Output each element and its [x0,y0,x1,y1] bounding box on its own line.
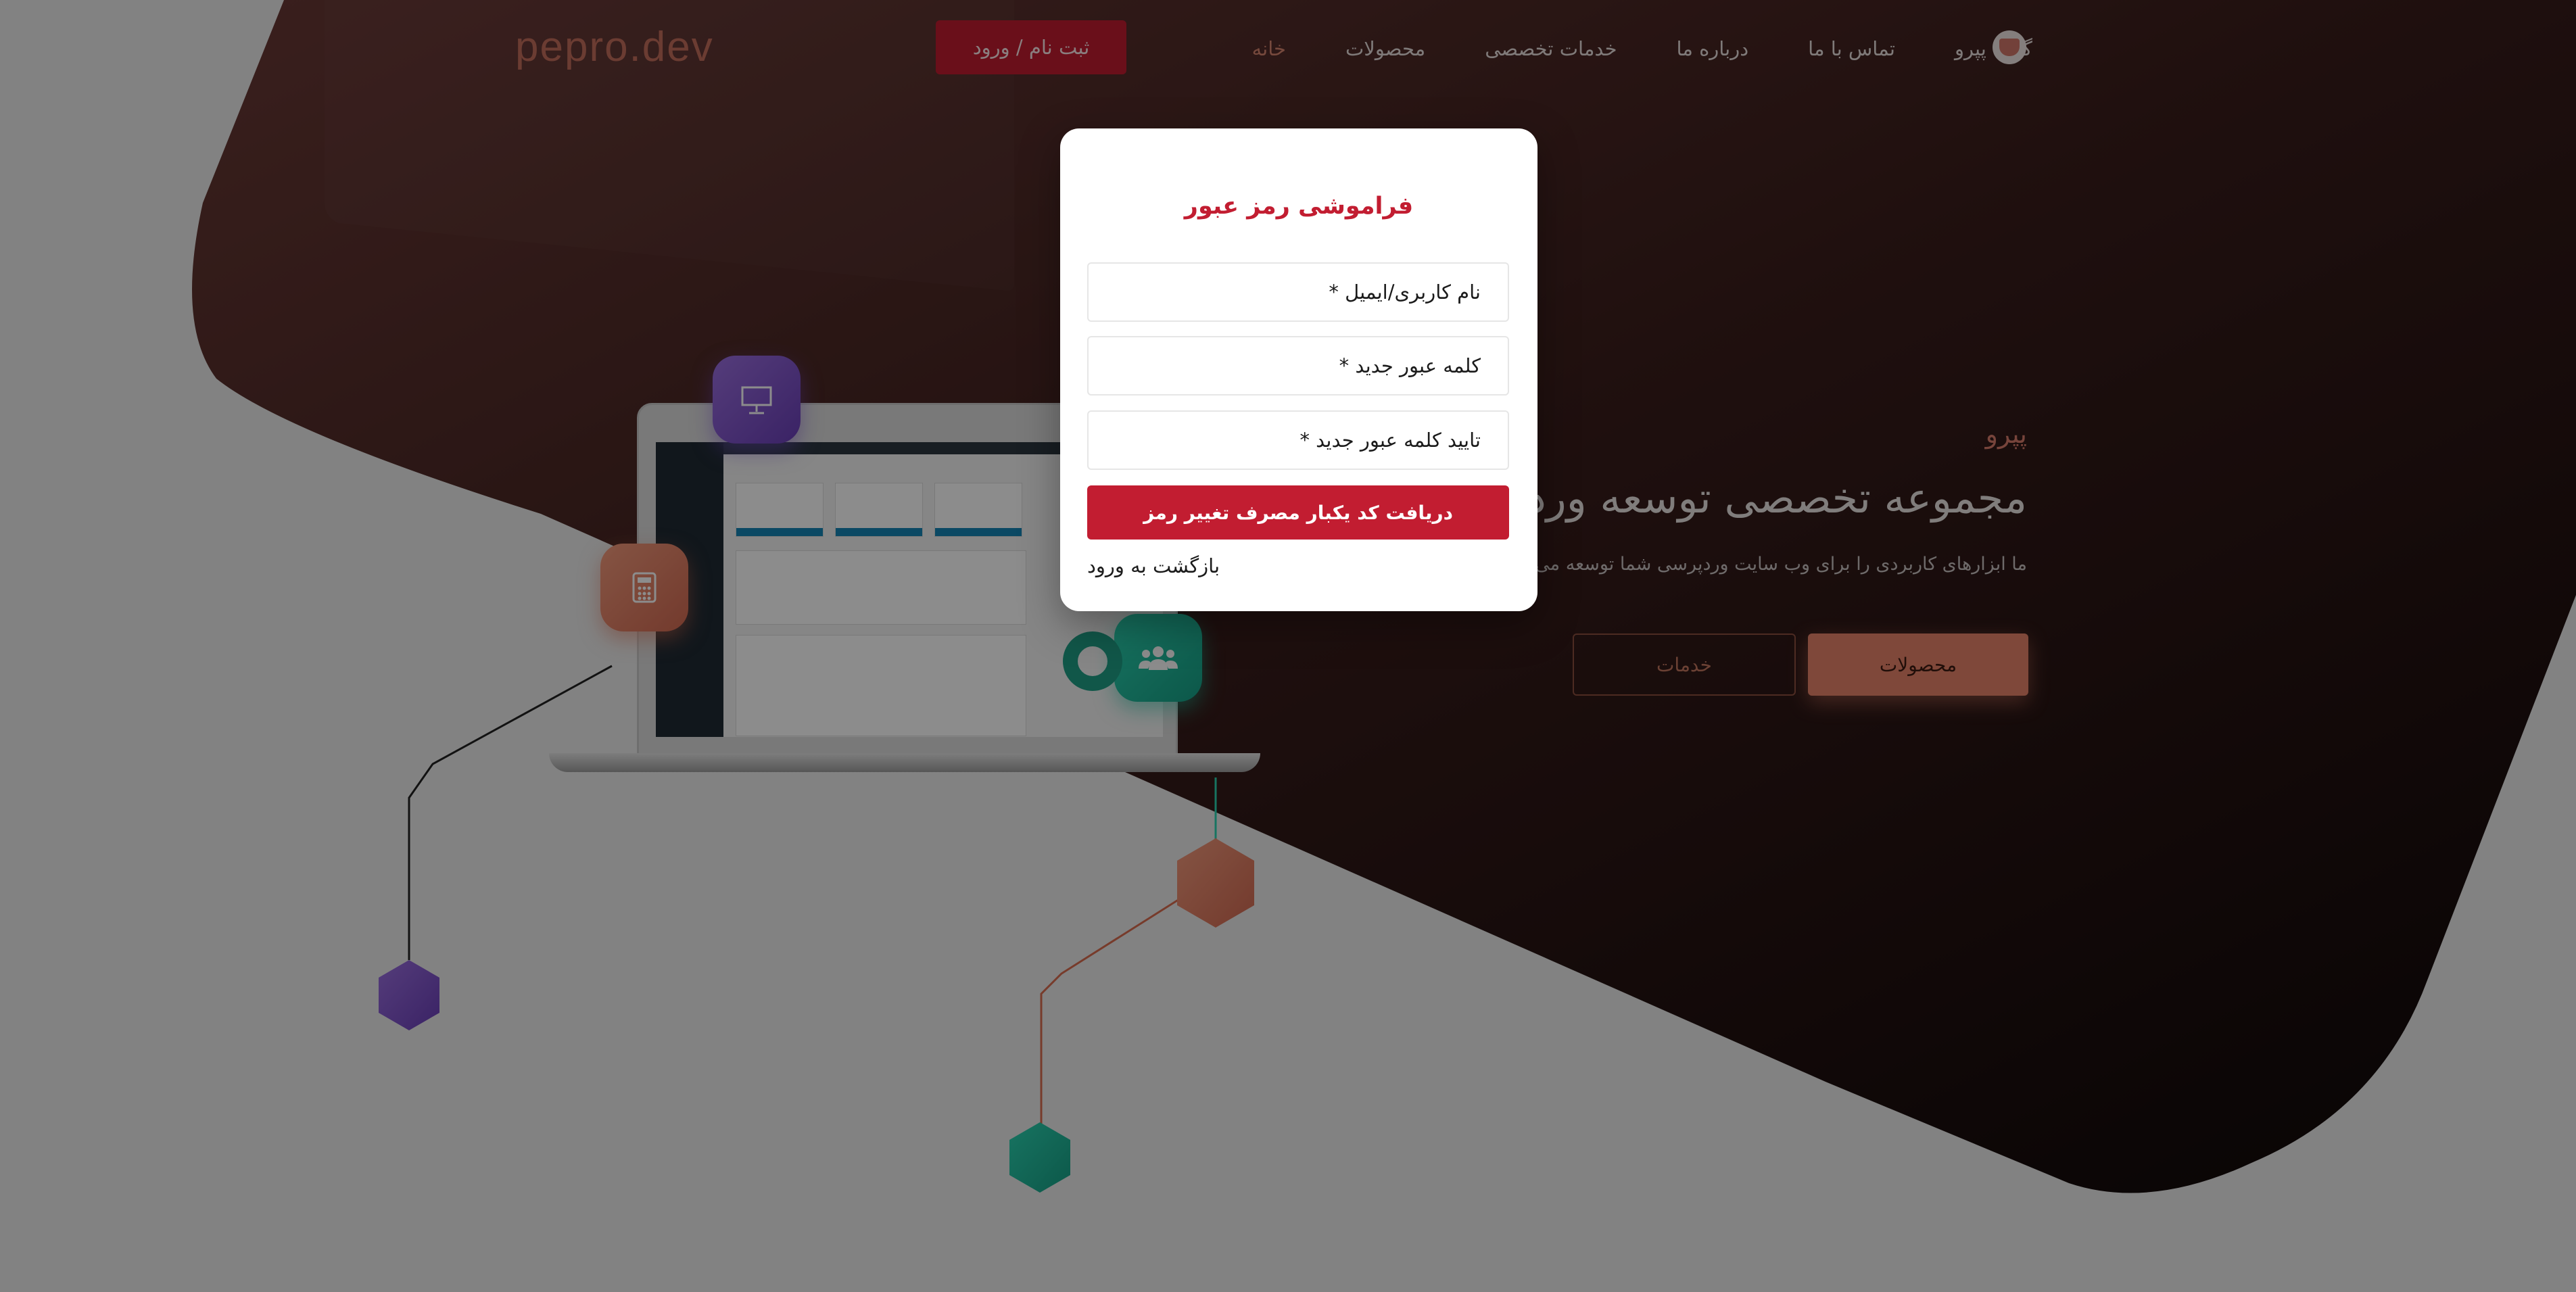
forgot-password-modal: فراموشی رمز عبور دریافت کد یکبار مصرف تغ… [1060,128,1537,611]
back-to-login-link[interactable]: بازگشت به ورود [1087,554,1220,577]
username-email-input[interactable] [1089,264,1508,320]
username-email-field[interactable] [1087,262,1509,322]
modal-title: فراموشی رمز عبور [1184,193,1414,220]
new-password-input[interactable] [1089,337,1508,394]
new-password-field[interactable] [1087,336,1509,396]
confirm-password-field[interactable] [1087,410,1509,470]
back-to-login-link-row: بازگشت به ورود [1087,554,1537,577]
confirm-password-input[interactable] [1089,412,1508,469]
get-otp-button[interactable]: دریافت کد یکبار مصرف تغییر رمز [1087,485,1509,540]
